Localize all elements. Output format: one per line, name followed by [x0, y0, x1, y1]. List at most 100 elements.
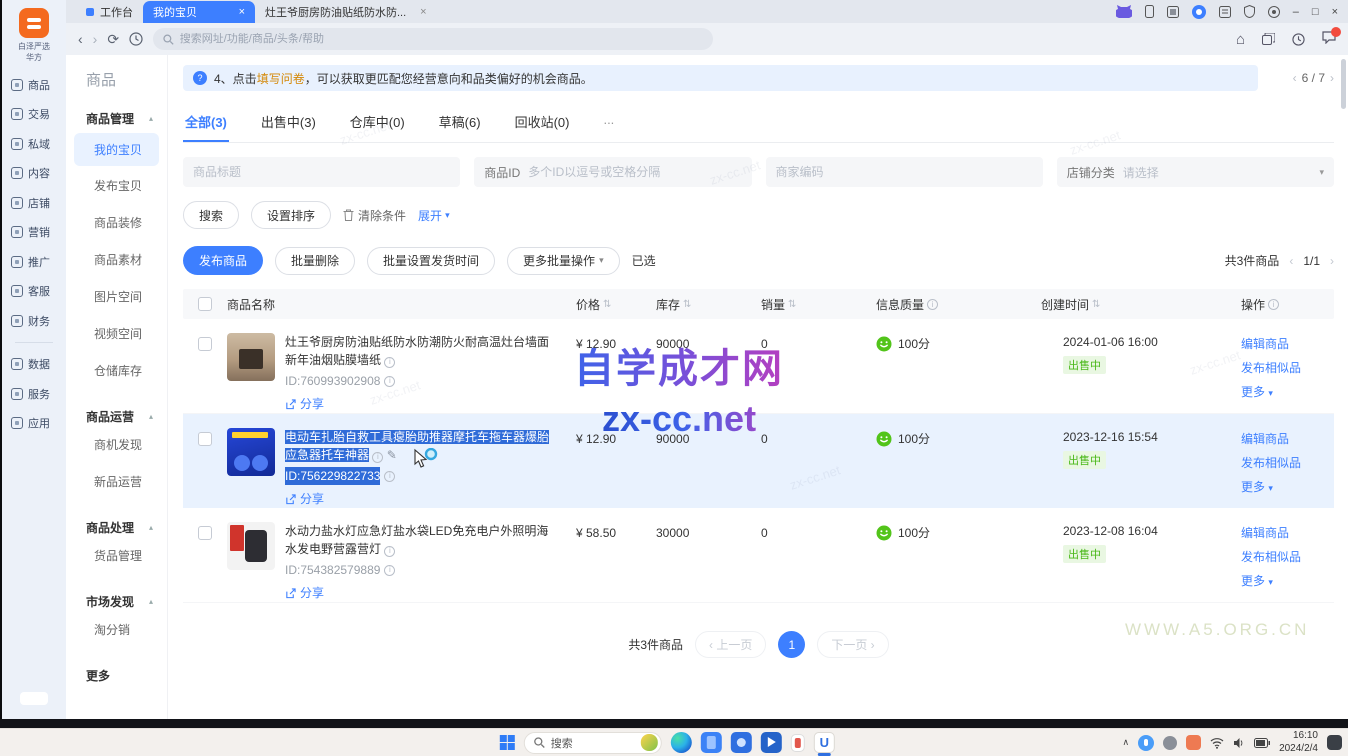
document-icon[interactable]	[1219, 6, 1231, 18]
tab-all[interactable]: 全部(3)	[183, 103, 229, 142]
batch-delete-button[interactable]: 批量删除	[275, 247, 355, 275]
history-clock-icon[interactable]	[129, 32, 143, 46]
tab-my-items[interactable]: 我的宝贝 ×	[143, 1, 255, 23]
sidebar-item-warehouse-stock[interactable]: 仓储库存	[66, 353, 167, 388]
scrollbar-thumb[interactable]	[1341, 59, 1346, 109]
target-icon[interactable]	[1268, 6, 1280, 18]
prev-page-button[interactable]: ‹ 上一页	[695, 631, 766, 658]
product-id-field[interactable]: 商品ID	[474, 157, 751, 187]
taskbar-clock[interactable]: 16:10 2024/2/4	[1279, 730, 1318, 755]
set-sort-button[interactable]: 设置排序	[251, 201, 331, 229]
page-1-button[interactable]: 1	[778, 631, 805, 658]
sort-icon[interactable]: ⇅	[603, 299, 611, 310]
active-app-u-icon[interactable]: U	[814, 732, 835, 753]
more-batch-actions-button[interactable]: 更多批量操作▾	[507, 247, 620, 275]
edit-product-link[interactable]: 编辑商品	[1241, 430, 1334, 447]
forward-icon[interactable]: ›	[93, 32, 98, 46]
start-button[interactable]	[500, 735, 515, 750]
maximize-button[interactable]: □	[1312, 6, 1319, 18]
next-page-button[interactable]: 下一页 ›	[817, 631, 888, 658]
sort-icon[interactable]: ⇅	[1092, 299, 1100, 310]
rail-item-private-domain[interactable]: 私域	[11, 136, 57, 152]
home-icon[interactable]: ⌂	[1236, 31, 1245, 48]
browser-search-input[interactable]	[180, 33, 703, 45]
video-app-icon[interactable]	[761, 732, 782, 753]
chevron-right-icon[interactable]: ›	[1330, 71, 1334, 85]
copy-id-icon[interactable]: i	[384, 565, 395, 576]
share-link[interactable]: 分享	[285, 490, 553, 508]
section-product-operation[interactable]: 商品运营▴	[66, 408, 167, 425]
volume-icon[interactable]	[1233, 737, 1245, 749]
rail-item-goods[interactable]: 商品	[11, 77, 57, 93]
row-checkbox[interactable]	[198, 526, 212, 540]
shop-logo[interactable]	[19, 8, 49, 38]
sidebar-item-image-space[interactable]: 图片空间	[66, 279, 167, 314]
refresh-icon[interactable]: ⟳	[107, 32, 119, 46]
sidebar-more[interactable]: 更多	[66, 653, 167, 684]
blue-app-icon[interactable]	[731, 732, 752, 753]
tray-app-icon[interactable]	[1163, 736, 1177, 750]
more-actions-link[interactable]: 更多 ▾	[1241, 478, 1334, 495]
close-tab-icon[interactable]: ×	[239, 6, 245, 18]
merchant-code-field[interactable]	[766, 157, 1043, 187]
row-checkbox[interactable]	[198, 432, 212, 446]
survey-link[interactable]: 填写问卷	[257, 72, 305, 86]
chevron-left-icon[interactable]: ‹	[1293, 71, 1297, 85]
copy-id-icon[interactable]: i	[384, 471, 395, 482]
battery-icon[interactable]	[1254, 738, 1270, 748]
product-title[interactable]: 灶王爷厨房防油贴纸防水防潮防火耐高温灶台墙面新年油烟贴膜墙纸 i	[285, 333, 553, 369]
close-tab-icon[interactable]: ×	[420, 6, 426, 18]
shield-icon[interactable]	[1244, 5, 1255, 18]
publish-product-button[interactable]: 发布商品	[183, 246, 263, 275]
rail-collapse-handle[interactable]	[20, 692, 48, 705]
sidebar-item-opportunity[interactable]: 商机发现	[66, 427, 167, 462]
apps-grid-icon[interactable]	[1167, 6, 1179, 18]
chevron-left-icon[interactable]: ‹	[1289, 254, 1293, 268]
rail-item-data[interactable]: 数据	[11, 356, 57, 372]
section-market-discovery[interactable]: 市场发现▴	[66, 593, 167, 610]
sidebar-item-goods-management[interactable]: 货品管理	[66, 538, 167, 573]
messages-icon[interactable]	[1322, 31, 1336, 47]
sidebar-item-tao-distribution[interactable]: 淘分销	[66, 612, 167, 647]
publish-similar-link[interactable]: 发布相似品	[1241, 548, 1334, 565]
qianniu-cat-icon[interactable]	[1116, 5, 1132, 18]
batch-set-shipping-time-button[interactable]: 批量设置发货时间	[367, 247, 495, 275]
sidebar-item-publish-item[interactable]: 发布宝贝	[66, 168, 167, 203]
assistant-icon[interactable]	[1192, 5, 1206, 19]
tab-in-warehouse[interactable]: 仓库中(0)	[348, 103, 407, 142]
notification-center-icon[interactable]	[1327, 735, 1342, 750]
search-button[interactable]: 搜索	[183, 201, 239, 229]
expand-filters-link[interactable]: 展开▾	[418, 207, 450, 224]
sidebar-item-new-item-operation[interactable]: 新品运营	[66, 464, 167, 499]
copy-id-icon[interactable]: i	[384, 376, 395, 387]
edit-product-link[interactable]: 编辑商品	[1241, 524, 1334, 541]
edit-product-link[interactable]: 编辑商品	[1241, 335, 1334, 352]
tab-on-sale[interactable]: 出售中(3)	[259, 103, 318, 142]
tab-drafts[interactable]: 草稿(6)	[437, 103, 483, 142]
weather-widget-icon[interactable]	[641, 734, 658, 751]
tab-more[interactable]: ...	[601, 103, 616, 142]
merchant-code-input[interactable]	[776, 165, 1033, 179]
product-title-field[interactable]	[183, 157, 460, 187]
sidebar-item-item-material[interactable]: 商品素材	[66, 242, 167, 277]
product-id-input[interactable]	[528, 165, 741, 179]
edge-browser-icon[interactable]	[671, 732, 692, 753]
section-product-management[interactable]: 商品管理▴	[66, 110, 167, 127]
tab-product-detail[interactable]: 灶王爷厨房防油贴纸防水防... ×	[255, 1, 437, 23]
product-title[interactable]: 水动力盐水灯应急灯盐水袋LED免充电户外照明海水发电野营露营灯 i	[285, 522, 553, 558]
clear-conditions-button[interactable]: 清除条件	[343, 207, 406, 224]
collections-icon[interactable]	[1262, 33, 1275, 45]
tab-recycle-bin[interactable]: 回收站(0)	[513, 103, 572, 142]
share-link[interactable]: 分享	[285, 395, 553, 413]
shop-category-select[interactable]: 店铺分类 请选择 ▾	[1057, 157, 1334, 187]
minimize-button[interactable]: –	[1293, 6, 1299, 18]
tab-workbench[interactable]: 工作台	[76, 1, 143, 23]
product-image[interactable]	[227, 522, 275, 570]
more-actions-link[interactable]: 更多 ▾	[1241, 572, 1334, 589]
row-checkbox[interactable]	[198, 337, 212, 351]
more-actions-link[interactable]: 更多 ▾	[1241, 383, 1334, 400]
taskbar-search[interactable]: 搜索	[524, 732, 662, 754]
edit-pencil-icon[interactable]: ✎	[387, 448, 397, 462]
product-image[interactable]	[227, 333, 275, 381]
product-image[interactable]	[227, 428, 275, 476]
